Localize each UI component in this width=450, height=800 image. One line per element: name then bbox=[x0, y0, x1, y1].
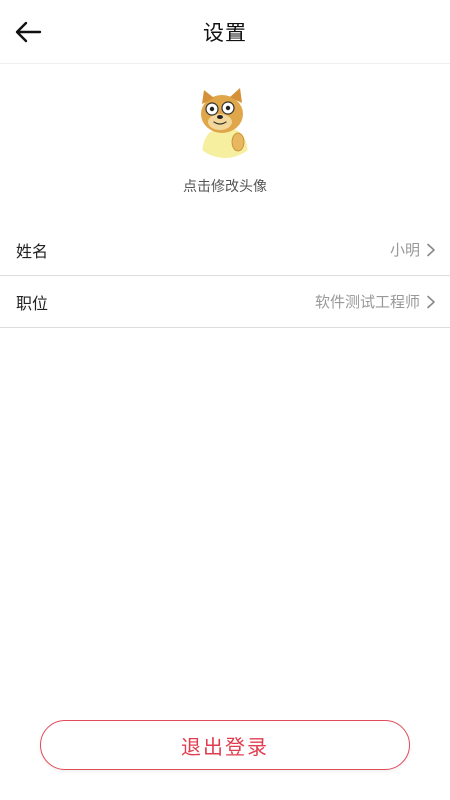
name-label: 姓名 bbox=[16, 241, 49, 261]
name-value-group: 小明 bbox=[390, 239, 436, 260]
change-avatar-hint[interactable]: 点击修改头像 bbox=[183, 176, 267, 196]
settings-screen: 设置 点击修改头像 姓名 小明 职位 软件测试工程师 退出登录 bbox=[0, 0, 450, 800]
arrow-left-icon bbox=[15, 21, 42, 43]
header-bar: 设置 bbox=[0, 0, 450, 64]
doge-avatar-image bbox=[188, 84, 262, 158]
logout-button[interactable]: 退出登录 bbox=[40, 720, 410, 770]
position-label: 职位 bbox=[16, 293, 49, 313]
avatar-section: 点击修改头像 bbox=[0, 84, 450, 196]
position-value-group: 软件测试工程师 bbox=[315, 291, 436, 312]
page-title: 设置 bbox=[203, 20, 247, 45]
chevron-right-icon bbox=[427, 243, 435, 256]
name-value: 小明 bbox=[389, 241, 420, 259]
name-row[interactable]: 姓名 小明 bbox=[0, 224, 450, 276]
position-row[interactable]: 职位 软件测试工程师 bbox=[0, 276, 450, 328]
position-value: 软件测试工程师 bbox=[314, 293, 420, 311]
chevron-right-icon bbox=[427, 295, 435, 308]
avatar[interactable] bbox=[188, 84, 262, 158]
profile-fields-list: 姓名 小明 职位 软件测试工程师 bbox=[0, 224, 450, 328]
back-button[interactable] bbox=[8, 12, 48, 52]
